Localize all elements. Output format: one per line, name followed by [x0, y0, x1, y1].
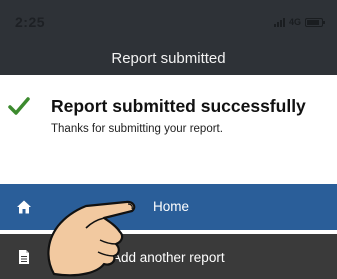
success-heading: Report submitted successfully	[51, 96, 306, 116]
home-button-label: Home	[153, 199, 190, 214]
status-time: 2:25	[15, 14, 46, 30]
checkmark-icon	[8, 97, 30, 115]
page-title: Report submitted	[111, 50, 226, 67]
battery-icon	[305, 17, 325, 27]
success-subtext: Thanks for submitting your report.	[51, 123, 223, 135]
pointing-hand-icon	[47, 200, 136, 277]
network-type: 4G	[288, 17, 301, 27]
app-header: 2:25 4G Report submitted	[0, 0, 337, 75]
document-icon	[19, 250, 29, 264]
signal-icon	[273, 17, 285, 27]
home-icon	[17, 200, 31, 214]
status-bar-indicators: 4G	[273, 17, 325, 27]
